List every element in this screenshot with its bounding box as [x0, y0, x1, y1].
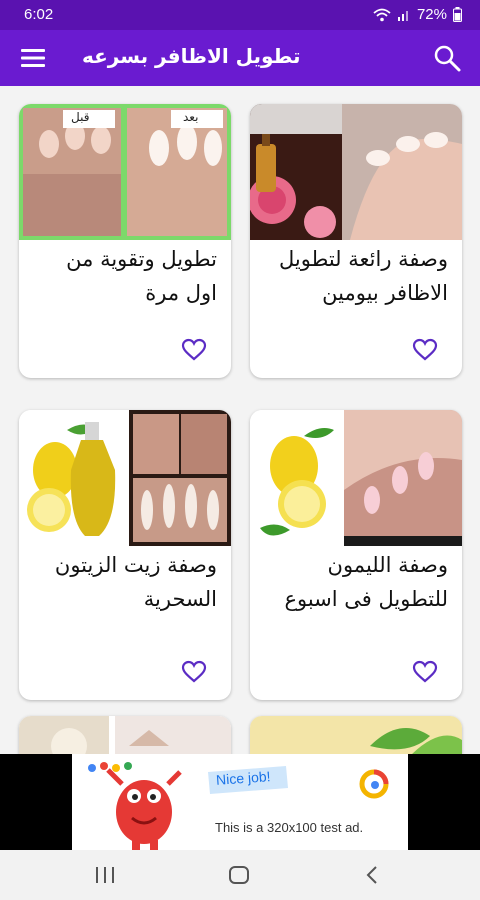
- navigation-bar: [0, 850, 480, 900]
- status-indicators: 72%: [373, 6, 462, 23]
- card-image: [19, 410, 231, 546]
- battery-icon: [453, 7, 462, 22]
- signal-icon: [397, 10, 408, 21]
- test-ad[interactable]: Nice job! This is a 320x100 test ad.: [72, 754, 408, 850]
- recent-apps-icon[interactable]: [94, 866, 116, 884]
- app-bar: تطويل الاظافر بسرعه: [0, 30, 480, 86]
- card-image: [250, 104, 462, 240]
- recipe-card[interactable]: [250, 716, 462, 754]
- card-image: قبل بعد: [19, 104, 231, 240]
- heart-outline-icon[interactable]: [181, 338, 207, 362]
- card-image: [250, 410, 462, 546]
- heart-outline-icon[interactable]: [181, 660, 207, 684]
- back-icon[interactable]: [364, 865, 380, 885]
- card-title: وصفة رائعة لتطويل الاظافر بيومين: [279, 247, 448, 305]
- home-icon[interactable]: [228, 865, 250, 885]
- recipe-card[interactable]: [19, 716, 231, 754]
- menu-icon[interactable]: [20, 45, 46, 71]
- status-bar: 6:02 72%: [0, 0, 480, 30]
- status-time: 6:02: [24, 6, 54, 23]
- battery-percent: 72%: [416, 6, 447, 23]
- card-title: وصفة الليمون للتطويل فى اسبوع: [284, 553, 448, 611]
- recipe-card[interactable]: وصفة الليمون للتطويل فى اسبوع: [250, 410, 462, 700]
- recipe-card[interactable]: وصفة زيت الزيتون السحرية: [19, 410, 231, 700]
- card-image: [19, 716, 231, 754]
- ad-banner[interactable]: Nice job! This is a 320x100 test ad.: [0, 754, 480, 850]
- card-title: تطويل وتقوية من اول مرة: [66, 247, 217, 305]
- before-label: قبل: [71, 110, 90, 124]
- card-title: وصفة زيت الزيتون السحرية: [54, 553, 217, 611]
- heart-outline-icon[interactable]: [412, 660, 438, 684]
- app-title: تطويل الاظافر بسرعه: [82, 44, 301, 68]
- card-image: [250, 716, 462, 754]
- search-icon[interactable]: [432, 43, 462, 73]
- heart-outline-icon[interactable]: [412, 338, 438, 362]
- recipe-card[interactable]: قبل بعد تطويل وتقوية من اول مرة: [19, 104, 231, 378]
- recipe-grid: وصفة رائعة لتطويل الاظافر بيومين قبل بعد…: [0, 86, 480, 754]
- wifi-icon: [373, 8, 391, 21]
- recipe-card[interactable]: وصفة رائعة لتطويل الاظافر بيومين: [250, 104, 462, 378]
- after-label: بعد: [183, 110, 199, 124]
- ad-text: This is a 320x100 test ad.: [215, 820, 364, 835]
